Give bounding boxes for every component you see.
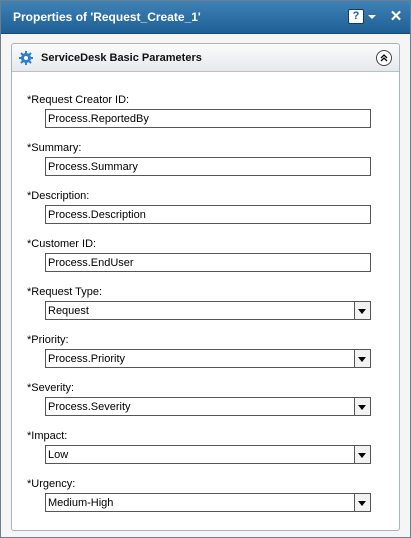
help-icon: ?: [348, 9, 364, 24]
description-label: *Description:: [27, 190, 90, 202]
severity-dropdown-button[interactable]: [355, 397, 371, 416]
description-input[interactable]: Process.Description: [45, 205, 371, 224]
customer-label: *Customer ID:: [27, 238, 97, 250]
collapse-button[interactable]: [376, 50, 392, 66]
impact-dropdown-button[interactable]: [355, 445, 371, 464]
priority-select[interactable]: Process.Priority: [45, 349, 355, 368]
urgency-select[interactable]: Medium-High: [45, 493, 355, 512]
properties-window: Properties of 'Request_Create_1' ? ✕ Ser…: [0, 0, 411, 538]
chevron-down-icon: [358, 453, 366, 458]
help-menu-button[interactable]: ?: [348, 9, 378, 27]
severity-label: *Severity:: [27, 382, 75, 394]
chevron-up-icon: [380, 54, 388, 62]
request-type-label: *Request Type:: [27, 286, 103, 298]
priority-label: *Priority:: [27, 334, 69, 346]
chevron-down-icon: [358, 309, 366, 314]
severity-select[interactable]: Process.Severity: [45, 397, 355, 416]
panel-title: ServiceDesk Basic Parameters: [41, 52, 202, 64]
urgency-label: *Urgency:: [27, 478, 76, 490]
customer-input[interactable]: Process.EndUser: [45, 253, 371, 272]
request-creator-input[interactable]: Process.ReportedBy: [45, 109, 371, 128]
summary-input[interactable]: Process.Summary: [45, 157, 371, 176]
title-bar: Properties of 'Request_Create_1' ? ✕: [1, 1, 410, 34]
request-type-select[interactable]: Request: [45, 301, 355, 320]
request-type-dropdown-button[interactable]: [355, 301, 371, 320]
impact-label: *Impact:: [27, 430, 68, 442]
chevron-down-icon: [358, 405, 366, 410]
summary-label: *Summary:: [27, 142, 82, 154]
request-creator-label: *Request Creator ID:: [27, 94, 130, 106]
panel-header: ServiceDesk Basic Parameters: [12, 44, 399, 72]
priority-dropdown-button[interactable]: [355, 349, 371, 368]
chevron-down-icon: [358, 501, 366, 506]
gear-icon: [19, 51, 33, 65]
chevron-down-icon: [368, 15, 376, 19]
window-title: Properties of 'Request_Create_1': [13, 10, 201, 24]
urgency-dropdown-button[interactable]: [355, 493, 371, 512]
close-icon[interactable]: ✕: [389, 8, 403, 26]
chevron-down-icon: [358, 357, 366, 362]
impact-select[interactable]: Low: [45, 445, 355, 464]
servicedesk-parameters-panel: ServiceDesk Basic Parameters *Request Cr…: [11, 43, 400, 531]
